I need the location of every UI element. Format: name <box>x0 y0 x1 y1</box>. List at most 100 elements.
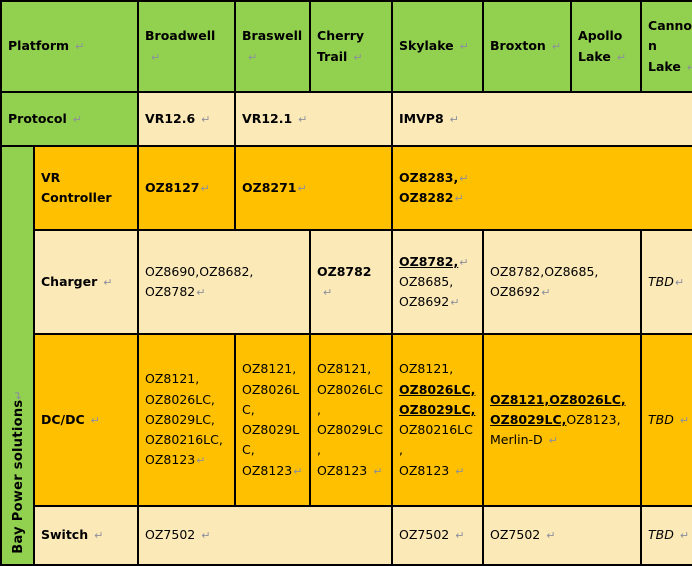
cell-dcdc-cherry-trail-3: OZ8123 <box>317 462 368 478</box>
cell-dcdc-broadwell-1: OZ8026LC, <box>145 391 215 407</box>
cell-charger-skylake-line2: OZ8685, <box>399 273 454 289</box>
row-group-label-bay-power-solutions: Bay Power solutions↵ <box>0 145 35 566</box>
cell-dcdc-braswell-2: OZ8029LC, <box>242 422 300 458</box>
pilcrow-icon: ↵ <box>459 255 469 269</box>
cell-vr-broadwell-value: OZ8127 <box>145 179 200 195</box>
pilcrow-icon: ↵ <box>323 286 333 299</box>
header-col-broadwell: Broadwell ↵ <box>137 0 237 93</box>
cell-switch-skylake-value: OZ7502 <box>399 527 450 543</box>
pilcrow-icon: ↵ <box>674 275 685 289</box>
pilcrow-icon: ↵ <box>541 286 551 299</box>
table-header-row: Platform ↵ Broadwell ↵ Braswell ↵ Cherry Tr… <box>0 0 692 93</box>
cell-dcdc-broxton-apollo: OZ8121,OZ8026LC, OZ8029LC,OZ8123, Merlin… <box>482 333 643 507</box>
pilcrow-icon: ↵ <box>679 413 690 427</box>
table-row-switch: Switch ↵ OZ7502 ↵ OZ7502 ↵ OZ7502 ↵ TBD ↵ <box>1 505 692 566</box>
cell-protocol-braswell-cherrytrail-value: VR12.1 <box>242 110 293 126</box>
cell-switch-ba-value: OZ7502 <box>490 527 541 543</box>
cell-dcdc-braswell-1: OZ8026LC, <box>242 381 300 417</box>
cell-protocol-skylake-to-cannon: IMVP8 ↵ <box>391 91 692 147</box>
pilcrow-icon: ↵ <box>546 529 556 543</box>
pilcrow-icon: ↵ <box>293 464 303 478</box>
cell-dcdc-broadwell-3: OZ80216LC, <box>145 432 223 448</box>
header-col-broxton-label: Broxton <box>490 38 546 54</box>
row-label-charger-text: Charger <box>41 273 98 289</box>
row-label-vr-controller-line1: VR <box>41 169 61 185</box>
pilcrow-icon: ↵ <box>455 529 465 543</box>
cell-charger-skylake-line3: OZ8692 <box>399 294 450 310</box>
cell-charger-cherry-trail-value: OZ8782 <box>317 263 372 279</box>
cell-dcdc-skylake-0: OZ8121, <box>399 361 454 377</box>
header-col-apollo-lake: Apollo Lake ↵ <box>570 0 643 93</box>
cell-switch-bct-value: OZ7502 <box>145 527 196 543</box>
cell-dcdc-broadwell-0: OZ8121, <box>145 371 200 387</box>
pilcrow-icon: ↵ <box>459 40 469 54</box>
cell-dcdc-cherry-trail-2: OZ8029LC, <box>317 422 383 458</box>
row-label-protocol-text: Protocol <box>8 110 67 126</box>
cell-dcdc-skylake-2: OZ8029LC, <box>399 401 476 417</box>
cell-switch-broxton-apollo: OZ7502 ↵ <box>482 505 643 566</box>
header-col-broadwell-label: Broadwell <box>145 28 216 44</box>
cell-dcdc-broadwell: OZ8121, OZ8026LC, OZ8029LC, OZ80216LC, O… <box>137 333 237 507</box>
pilcrow-icon: ↵ <box>196 286 206 299</box>
cell-charger-bb-line2: OZ8782 <box>145 284 196 299</box>
row-label-protocol: Protocol ↵ <box>0 91 140 147</box>
cell-dcdc-skylake-3: OZ80216LC, <box>399 422 473 458</box>
pilcrow-icon: ↵ <box>151 50 161 64</box>
pilcrow-icon: ↵ <box>681 61 692 74</box>
cell-dcdc-cherry-trail: OZ8121, OZ8026LC, OZ8029LC, OZ8123 ↵ <box>309 333 394 507</box>
row-label-dcdc-text: DC/DC <box>41 411 85 427</box>
row-label-charger: Charger ↵ <box>32 229 140 335</box>
cell-dcdc-cannon-lake-value: TBD <box>648 411 674 427</box>
cell-dcdc-ba-line2a: OZ8029LC, <box>490 411 567 427</box>
cell-vr-skylake-line2: OZ8282 <box>399 190 454 205</box>
cell-vr-braswell-value: OZ8271 <box>242 179 297 195</box>
pilcrow-icon: ↵ <box>548 434 558 448</box>
cell-charger-cherry-trail: OZ8782 ↵ <box>309 229 394 335</box>
header-col-skylake: Skylake ↵ <box>391 0 485 93</box>
cell-switch-cannon-lake: TBD ↵ <box>640 505 692 566</box>
cell-charger-ba-line1b: OZ8685, <box>544 263 599 279</box>
pilcrow-icon: ↵ <box>459 171 469 185</box>
cell-dcdc-ba-line1a: OZ8121, <box>490 391 550 407</box>
header-col-braswell: Braswell ↵ <box>234 0 312 93</box>
cell-dcdc-skylake-1: OZ8026LC, <box>399 381 476 397</box>
table-row-protocol: Protocol ↵ VR12.6 ↵ VR12.1 ↵ IMVP8 ↵ <box>0 91 692 147</box>
cell-dcdc-braswell-0: OZ8121, <box>242 361 297 377</box>
table-row-charger: Charger ↵ OZ8690,OZ8682, OZ8782↵ OZ8782↵ … <box>1 229 692 335</box>
header-col-skylake-label: Skylake <box>399 38 454 54</box>
cell-charger-ba-line2: OZ8692 <box>490 284 541 299</box>
pilcrow-icon: ↵ <box>248 50 258 64</box>
cell-charger-broxton-apollo: OZ8782,OZ8685, OZ8692↵ <box>482 229 643 335</box>
table-row-vr-controller: Bay Power solutions↵ VR Controller OZ812… <box>0 145 692 566</box>
row-label-switch-text: Switch <box>41 527 89 543</box>
cell-dcdc-broadwell-2: OZ8029LC, <box>145 411 215 427</box>
cell-switch-cannon-lake-value: TBD <box>648 527 674 543</box>
platform-comparison-table-wrapper: Platform ↵ Broadwell ↵ Braswell ↵ Cherry Tr… <box>0 0 692 566</box>
cell-dcdc-braswell-3: OZ8123 <box>242 462 293 478</box>
cell-charger-bb-line1b: OZ8682, <box>199 263 254 279</box>
header-platform-cell: Platform ↵ <box>0 0 140 93</box>
pilcrow-icon: ↵ <box>201 529 211 543</box>
cell-dcdc-cannon-lake: TBD ↵ <box>640 333 692 507</box>
pilcrow-icon: ↵ <box>298 112 308 126</box>
header-col-broxton: Broxton ↵ <box>482 0 573 93</box>
pilcrow-icon: ↵ <box>551 40 562 54</box>
pilcrow-icon: ↵ <box>373 464 383 478</box>
pilcrow-icon: ↵ <box>616 50 627 64</box>
cell-charger-cannon-lake-value: TBD <box>648 273 674 289</box>
pilcrow-icon: ↵ <box>90 413 100 427</box>
pilcrow-icon: ↵ <box>201 112 211 126</box>
header-col-braswell-label: Braswell <box>242 28 303 44</box>
cell-dcdc-cherry-trail-0: OZ8121, <box>317 361 372 377</box>
pilcrow-icon: ↵ <box>11 390 25 400</box>
cell-charger-skylake: OZ8782,↵ OZ8685, OZ8692↵ <box>391 229 485 335</box>
pilcrow-icon: ↵ <box>353 50 363 64</box>
row-label-switch: Switch ↵ <box>32 505 140 566</box>
header-col-cannon-lake: Cannon Lake↵ <box>640 0 692 93</box>
cell-dcdc-braswell: OZ8121, OZ8026LC, OZ8029LC, OZ8123↵ <box>234 333 312 507</box>
cell-dcdc-ba-line3: Merlin-D <box>490 432 543 448</box>
pilcrow-icon: ↵ <box>454 192 464 205</box>
pilcrow-icon: ↵ <box>455 464 465 478</box>
pilcrow-icon: ↵ <box>75 40 85 54</box>
pilcrow-icon: ↵ <box>449 112 459 126</box>
